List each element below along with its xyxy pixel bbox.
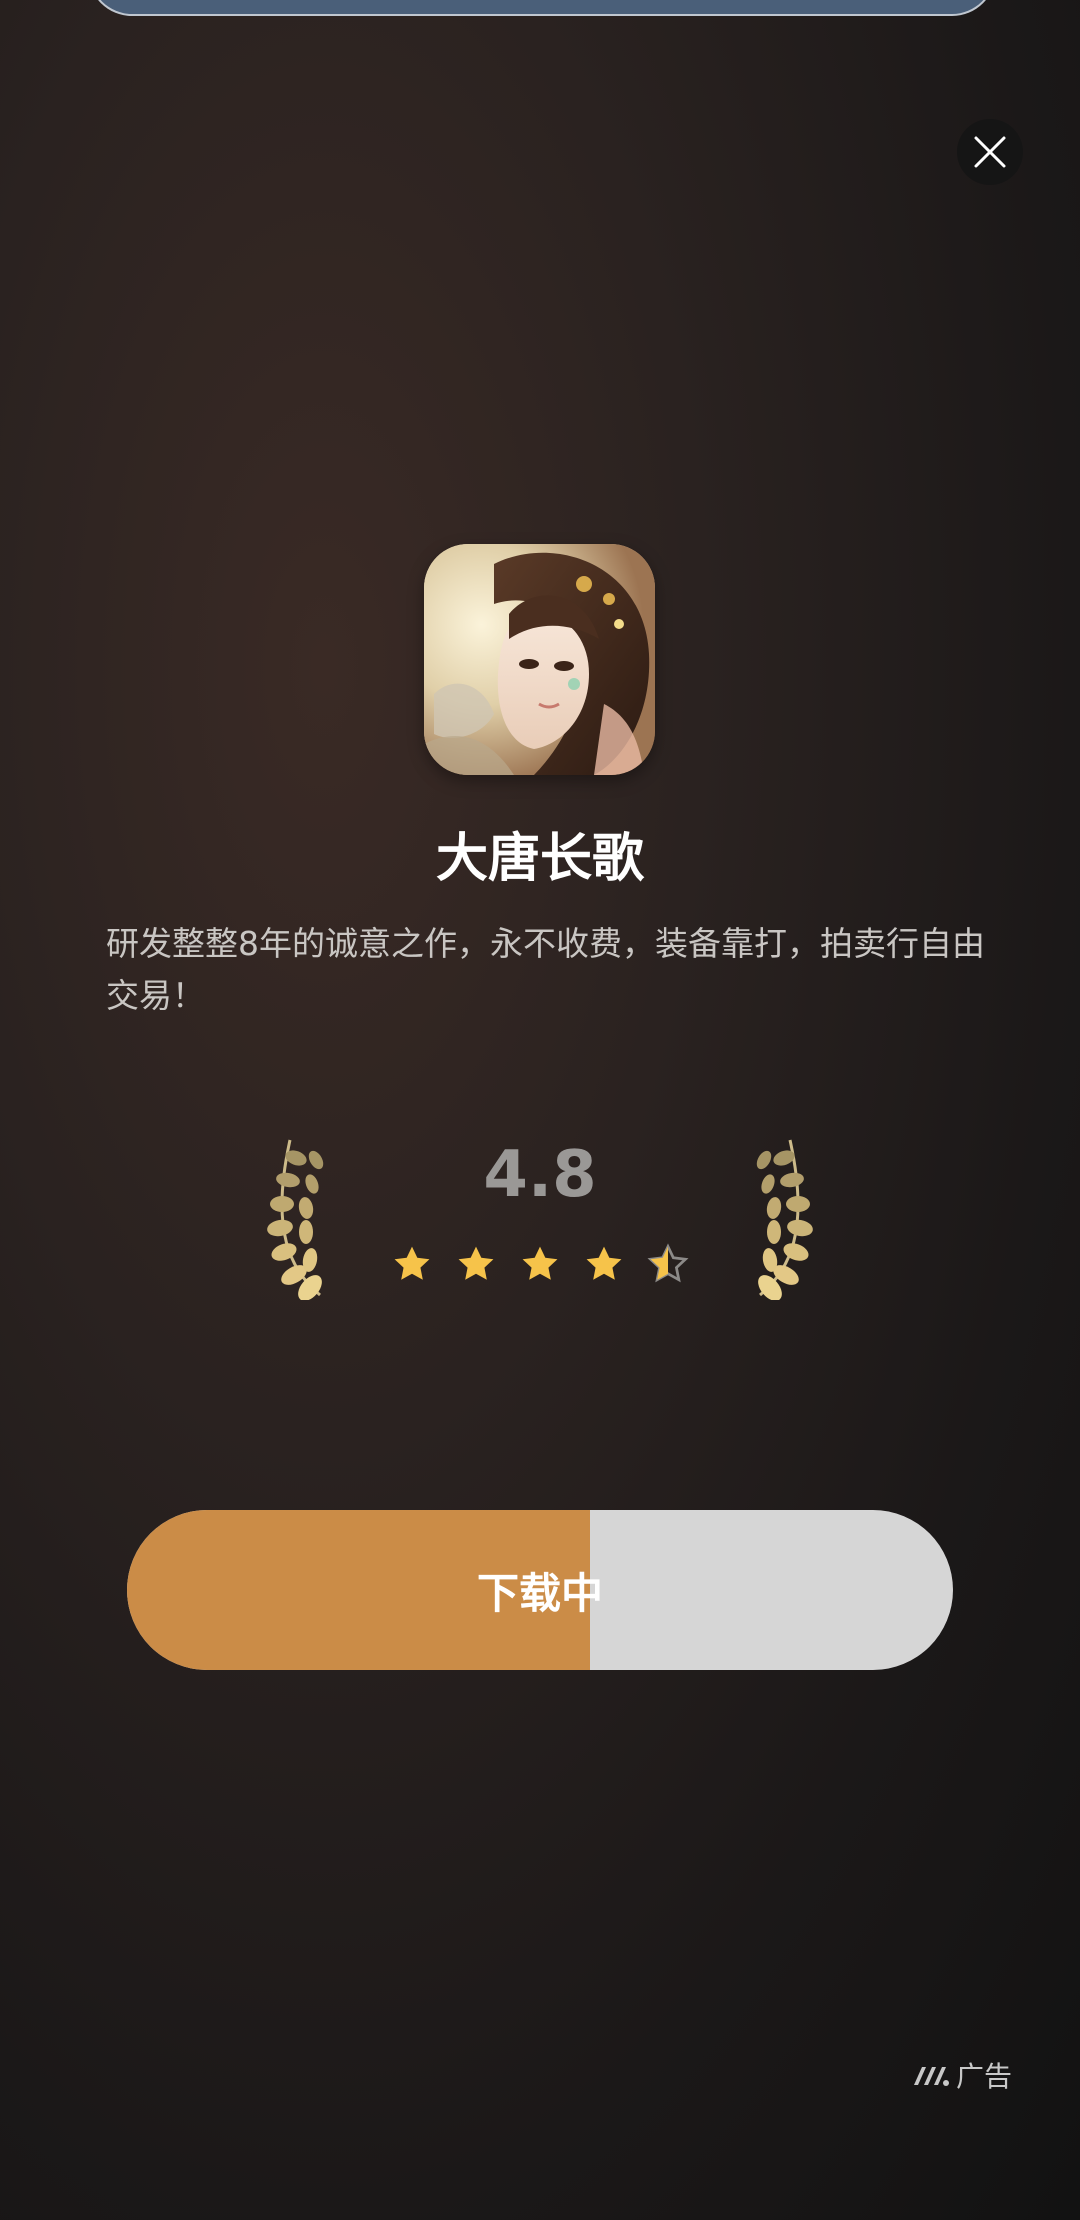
close-icon — [974, 136, 1006, 168]
ad-badge: 广告 — [912, 2055, 1012, 2095]
rating-stars — [390, 1242, 690, 1292]
star-icon — [394, 1246, 430, 1280]
download-progress-button[interactable]: 下载中 — [127, 1510, 953, 1670]
star-icon — [522, 1246, 558, 1280]
download-label: 下载中 — [476, 1568, 603, 1618]
laurel-right-icon — [756, 1139, 813, 1300]
rating-section: 4.8 — [250, 1130, 830, 1310]
star-icon — [586, 1246, 622, 1280]
close-button[interactable] — [957, 119, 1023, 185]
app-title: 大唐长歌 — [435, 829, 644, 889]
ad-logo-icon — [913, 2067, 949, 2086]
ad-label: 广告 — [955, 2060, 1012, 2093]
top-banner-edge — [88, 0, 996, 16]
star-icon — [458, 1246, 494, 1280]
app-description: 研发整整8年的诚意之作，永不收费，装备靠打，拍卖行自由交易！ — [106, 924, 985, 1015]
app-icon[interactable] — [424, 544, 655, 775]
half-star-icon — [647, 1243, 689, 1283]
app-icon-artwork — [424, 544, 655, 775]
